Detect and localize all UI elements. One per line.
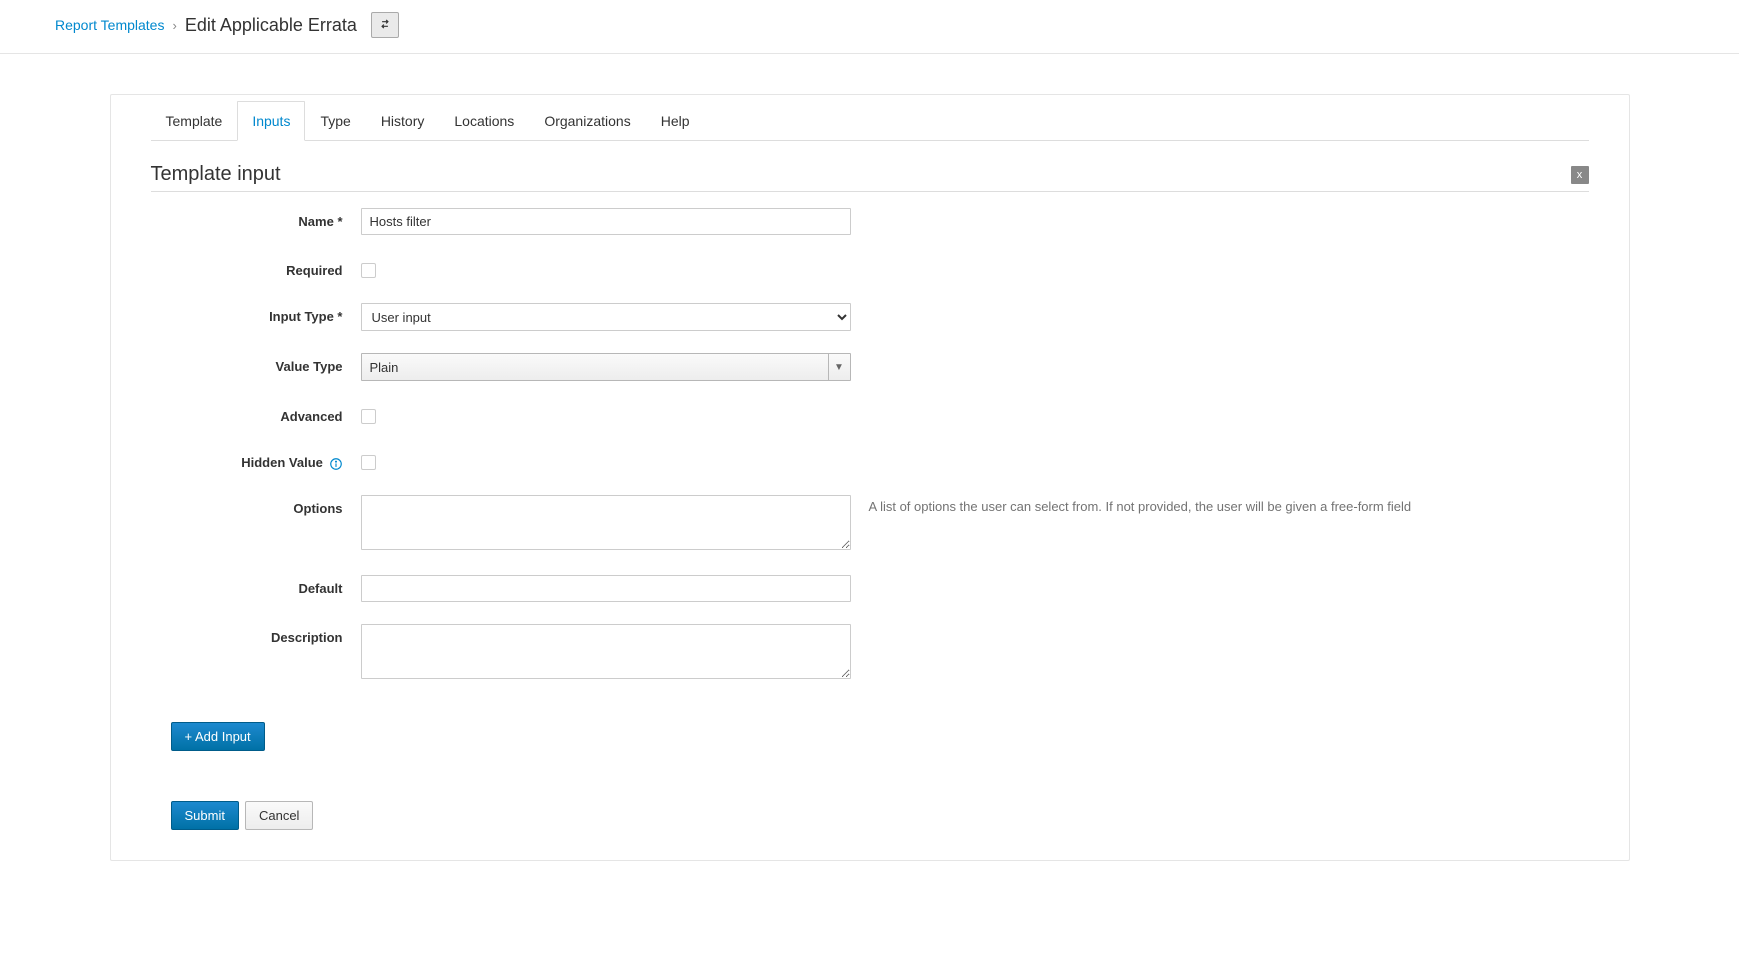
label-options: Options [151,495,361,516]
tab-history[interactable]: History [366,101,440,141]
description-textarea[interactable] [361,624,851,679]
swap-icon [378,17,392,34]
label-default: Default [151,575,361,596]
required-checkbox[interactable] [361,263,376,278]
tab-template[interactable]: Template [151,101,238,141]
label-required: Required [151,257,361,278]
tabs: Template Inputs Type History Locations O… [151,101,1589,141]
chevron-down-icon: ▼ [828,354,850,380]
breadcrumb: Report Templates › Edit Applicable Errat… [0,0,1739,54]
tab-help[interactable]: Help [646,101,705,141]
label-advanced: Advanced [151,403,361,424]
tab-locations[interactable]: Locations [439,101,529,141]
tab-type[interactable]: Type [305,101,365,141]
default-input[interactable] [361,575,851,602]
value-type-select[interactable]: Plain ▼ [361,353,851,381]
value-type-selected: Plain [370,360,399,375]
info-icon[interactable] [329,457,343,471]
remove-input-button[interactable]: x [1571,166,1589,184]
label-hidden-value: Hidden Value [151,449,361,471]
breadcrumb-current: Edit Applicable Errata [185,15,357,36]
name-input[interactable] [361,208,851,235]
breadcrumb-swap-button[interactable] [371,12,399,38]
hidden-value-checkbox[interactable] [361,455,376,470]
cancel-button[interactable]: Cancel [245,801,313,830]
tab-inputs[interactable]: Inputs [237,101,305,141]
section-title: Template input [151,163,281,186]
add-input-button[interactable]: + Add Input [171,722,265,751]
edit-card: Template Inputs Type History Locations O… [110,94,1630,861]
label-input-type: Input Type * [151,303,361,324]
advanced-checkbox[interactable] [361,409,376,424]
label-name: Name * [151,208,361,229]
submit-button[interactable]: Submit [171,801,239,830]
tab-organizations[interactable]: Organizations [529,101,645,141]
options-help-text: A list of options the user can select fr… [851,495,1589,514]
input-type-select[interactable]: User input [361,303,851,331]
breadcrumb-link-report-templates[interactable]: Report Templates [55,17,164,33]
breadcrumb-separator: › [172,18,176,33]
label-value-type: Value Type [151,353,361,374]
label-description: Description [151,624,361,645]
options-textarea[interactable] [361,495,851,550]
